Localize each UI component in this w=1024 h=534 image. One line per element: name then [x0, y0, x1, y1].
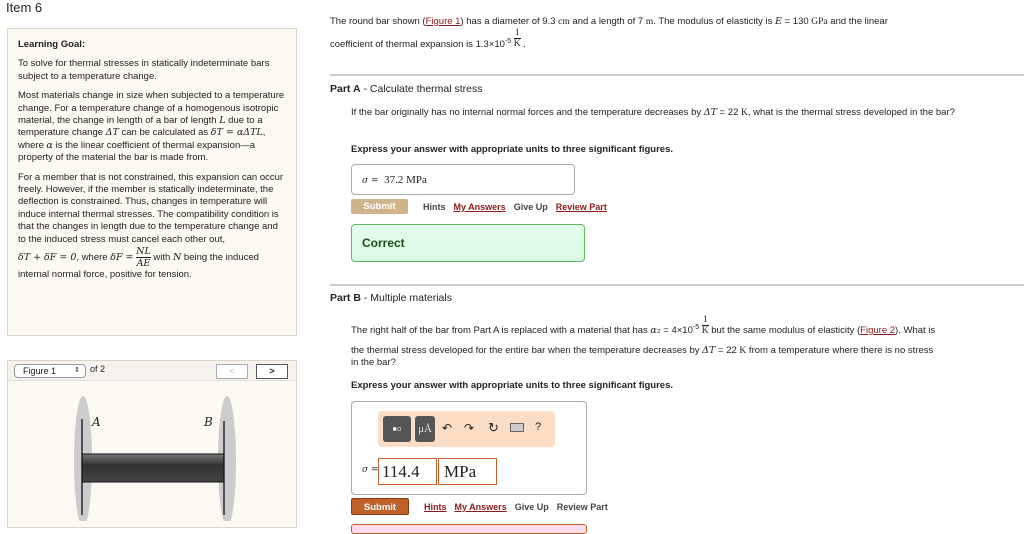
- keyboard-icon[interactable]: [510, 423, 524, 432]
- goal-paragraph-3: For a member that is not constrained, th…: [18, 171, 284, 281]
- part-b-answer-box: ▪▫ μÅ ↶ ↷ ↻ ? σ = 114.4 MPa: [351, 401, 587, 495]
- figure-1-link[interactable]: Figure 1: [426, 16, 461, 27]
- my-answers-link[interactable]: My Answers: [455, 502, 507, 512]
- give-up-link[interactable]: Give Up: [514, 202, 548, 212]
- divider: [330, 74, 1024, 76]
- fraction-nl-ae: NL AE: [136, 246, 151, 270]
- value-input[interactable]: 114.4: [378, 458, 437, 485]
- part-b-header: Part B - Multiple materials: [330, 292, 452, 304]
- label-a: A: [92, 415, 101, 429]
- goal-intro: To solve for thermal stresses in statica…: [18, 58, 270, 82]
- label-b: B: [204, 415, 213, 429]
- figure-select[interactable]: Figure 1 ⇕: [14, 364, 86, 378]
- templates-button[interactable]: ▪▫: [383, 416, 411, 442]
- part-a-instructions: Express your answer with appropriate uni…: [351, 144, 674, 155]
- sigma-label: σ =: [362, 465, 379, 475]
- learning-goal-heading: Learning Goal:: [18, 39, 86, 50]
- review-part-link[interactable]: Review Part: [557, 502, 608, 512]
- problem-intro: The round bar shown (Figure 1) has a dia…: [330, 16, 888, 27]
- goal-paragraph-2: Most materials change in size when subje…: [18, 90, 285, 164]
- part-b-feedback: [351, 524, 587, 534]
- unit-input[interactable]: MPa: [438, 458, 497, 485]
- prev-figure-button[interactable]: <: [216, 364, 248, 379]
- part-a-header: Part A - Calculate thermal stress: [330, 83, 483, 95]
- part-b-question: The right half of the bar from Part A is…: [351, 315, 936, 337]
- figure-viewer: Figure 1 ⇕ of 2 < > A B: [7, 360, 297, 528]
- figure-count: of 2: [90, 364, 106, 374]
- part-b-submit-button[interactable]: Submit: [351, 498, 409, 515]
- bar-figure: [74, 396, 236, 526]
- problem-intro-2: coefficient of thermal expansion is 1.3×…: [330, 28, 526, 51]
- math-toolbar: ▪▫ μÅ ↶ ↷ ↻ ?: [378, 411, 555, 447]
- correct-feedback: Correct: [351, 224, 585, 262]
- part-b-instructions: Express your answer with appropriate uni…: [351, 380, 674, 391]
- part-a-actions: Hints My Answers Give Up Review Part: [423, 202, 615, 212]
- units-button[interactable]: μÅ: [415, 416, 435, 442]
- undo-icon[interactable]: ↶: [442, 421, 452, 435]
- divider: [330, 284, 1024, 286]
- help-icon[interactable]: ?: [535, 421, 541, 433]
- hints-link[interactable]: Hints: [423, 202, 446, 212]
- part-b-actions: Hints My Answers Give Up Review Part: [424, 502, 616, 512]
- hints-link[interactable]: Hints: [424, 502, 447, 512]
- part-a-submit-button[interactable]: Submit: [351, 199, 408, 214]
- give-up-link[interactable]: Give Up: [515, 502, 549, 512]
- review-part-link[interactable]: Review Part: [556, 202, 607, 212]
- reset-icon[interactable]: ↻: [488, 420, 499, 436]
- redo-icon[interactable]: ↷: [464, 421, 474, 435]
- part-a-answer-box: σ = 37.2 MPa: [351, 164, 575, 195]
- part-b-question-2: the thermal stress developed for the ent…: [351, 345, 934, 368]
- my-answers-link[interactable]: My Answers: [454, 202, 506, 212]
- learning-goal-panel: Learning Goal: To solve for thermal stre…: [7, 28, 297, 336]
- part-a-question: If the bar originally has no internal no…: [351, 107, 955, 118]
- figure-2-link[interactable]: Figure 2: [860, 325, 895, 336]
- next-figure-button[interactable]: >: [256, 364, 288, 379]
- item-title: Item 6: [6, 0, 43, 15]
